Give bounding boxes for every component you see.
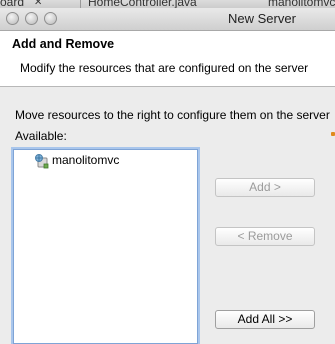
zoom-window-button[interactable] [44,12,57,25]
title-bar: New Server [0,8,335,31]
list-item-label: manolitomvc [52,153,120,167]
minimize-window-button[interactable] [25,12,38,25]
page-title: Add and Remove [12,37,115,51]
instruction-text: Move resources to the right to configure… [15,108,330,122]
available-label: Available: [15,129,67,143]
remove-button[interactable]: < Remove [215,227,315,246]
close-window-button[interactable] [6,12,19,25]
add-button[interactable]: Add > [215,178,315,197]
wizard-header: Add and Remove Modify the resources that… [0,31,335,87]
add-all-button[interactable]: Add All >> [215,310,315,329]
configured-column-marker [331,132,335,136]
web-project-icon [35,154,49,169]
page-description: Modify the resources that are configured… [20,61,309,75]
window-title: New Server [228,11,296,26]
available-resources-list[interactable]: manolitomvc [13,149,198,344]
